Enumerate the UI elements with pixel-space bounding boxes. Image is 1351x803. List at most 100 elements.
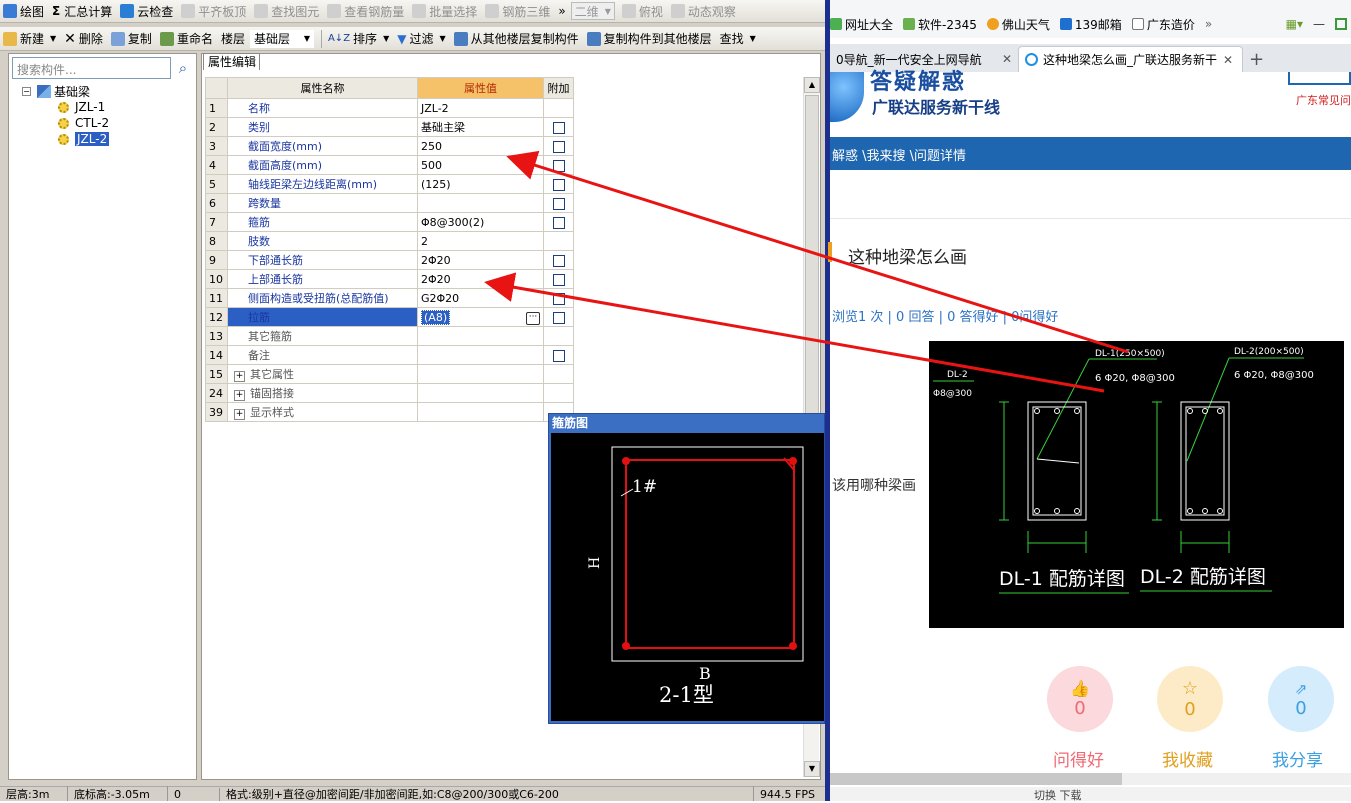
- extra-cell[interactable]: [543, 193, 574, 213]
- dynamic-view-button[interactable]: 动态观察: [668, 1, 739, 21]
- property-value[interactable]: Φ8@300(2): [417, 212, 544, 232]
- like-question-button[interactable]: 👍 0 问得好: [1047, 666, 1113, 771]
- property-value[interactable]: [417, 345, 544, 365]
- common-questions-link[interactable]: 广东常见问: [1296, 92, 1351, 108]
- extra-cell[interactable]: [543, 212, 574, 232]
- property-row[interactable]: 1 名称 JZL-2: [205, 98, 574, 118]
- tree-item-jzl-2[interactable]: JZL-2: [58, 131, 110, 147]
- property-row[interactable]: 10 上部通长筋 2Φ20: [205, 269, 574, 289]
- property-value[interactable]: [417, 193, 544, 213]
- property-row[interactable]: 39 + 显示样式: [205, 402, 574, 422]
- extra-checkbox[interactable]: [552, 349, 565, 362]
- bookmark-software-2345[interactable]: 软件-2345: [903, 16, 977, 33]
- apps-grid-icon[interactable]: ▦▾: [1286, 17, 1303, 31]
- extra-checkbox[interactable]: [552, 311, 565, 324]
- extra-checkbox[interactable]: [552, 121, 565, 134]
- extra-checkbox[interactable]: [552, 254, 565, 267]
- property-value[interactable]: 2Φ20: [417, 250, 544, 270]
- find-button[interactable]: 查找 ▼: [717, 29, 759, 49]
- browser-horizontal-scrollbar[interactable]: [830, 773, 1351, 785]
- property-row[interactable]: 5 轴线距梁左边线距离(mm) (125): [205, 174, 574, 194]
- extra-checkbox[interactable]: [552, 178, 565, 191]
- extra-cell[interactable]: [543, 288, 574, 308]
- toolbar-more-button[interactable]: »: [555, 1, 568, 21]
- extra-cell[interactable]: [543, 174, 574, 194]
- property-row[interactable]: 24 + 锚固搭接: [205, 383, 574, 403]
- bookmark-url-directory[interactable]: 网址大全: [830, 16, 893, 33]
- find-element-button[interactable]: 查找图元: [251, 1, 322, 21]
- property-value[interactable]: G2Φ20: [417, 288, 544, 308]
- sum-button[interactable]: Σ 汇总计算: [49, 1, 115, 21]
- property-row[interactable]: 14 备注: [205, 345, 574, 365]
- close-tab-icon[interactable]: ✕: [1002, 52, 1012, 66]
- new-button[interactable]: 新建 ▼: [0, 29, 59, 49]
- rename-button[interactable]: 重命名: [157, 29, 216, 49]
- property-value[interactable]: [417, 326, 544, 346]
- extra-checkbox[interactable]: [552, 159, 565, 172]
- tree-root-node[interactable]: − 基础梁: [22, 83, 109, 99]
- property-row[interactable]: 4 截面高度(mm) 500: [205, 155, 574, 175]
- copy-from-other-floor-button[interactable]: 从其他楼层复制构件: [451, 29, 582, 49]
- tab-question-page[interactable]: 这种地梁怎么画_广联达服务新干 ✕: [1018, 46, 1243, 72]
- breadcrumb[interactable]: 解惑 \我来搜 \问题详情: [830, 137, 1351, 170]
- extra-checkbox[interactable]: [552, 216, 565, 229]
- tree-item-jzl-1[interactable]: JZL-1: [58, 99, 109, 115]
- bookmark-foshan-weather[interactable]: 佛山天气: [986, 16, 1050, 33]
- delete-button[interactable]: ✕ 删除: [61, 29, 106, 49]
- cloud-check-button[interactable]: 云检查: [117, 1, 176, 21]
- maximize-icon[interactable]: [1335, 18, 1347, 30]
- property-value[interactable]: 250: [417, 136, 544, 156]
- property-value[interactable]: 2Φ20: [417, 269, 544, 289]
- filter-button[interactable]: ▼ 过滤 ▼: [394, 29, 448, 49]
- extra-cell[interactable]: [543, 155, 574, 175]
- property-value[interactable]: [417, 402, 544, 422]
- rebar-3d-button[interactable]: 钢筋三维: [482, 1, 553, 21]
- extra-checkbox[interactable]: [552, 273, 565, 286]
- property-row[interactable]: 13 其它箍筋: [205, 326, 574, 346]
- extra-cell[interactable]: [543, 307, 574, 327]
- property-value[interactable]: (A8) ···: [417, 307, 544, 327]
- expand-icon[interactable]: +: [234, 409, 245, 420]
- view-mode-select[interactable]: 二维 ▼: [570, 2, 615, 20]
- property-row[interactable]: 3 截面宽度(mm) 250: [205, 136, 574, 156]
- draw-button[interactable]: 绘图: [0, 1, 47, 21]
- scroll-down-icon[interactable]: ▼: [804, 761, 820, 777]
- tab-property-edit[interactable]: 属性编辑: [203, 53, 260, 70]
- scrollbar-thumb[interactable]: [830, 773, 1122, 785]
- property-value[interactable]: JZL-2: [417, 98, 544, 118]
- property-row[interactable]: 8 肢数 2: [205, 231, 574, 251]
- property-value[interactable]: 500: [417, 155, 544, 175]
- share-button[interactable]: ⇗ 0 我分享: [1268, 666, 1334, 771]
- favorite-button[interactable]: ☆ 0 我收藏: [1157, 666, 1223, 771]
- property-value[interactable]: (125): [417, 174, 544, 194]
- bookmark-guangdong-cost[interactable]: 广东造价: [1131, 16, 1195, 33]
- tree-item-ctl-2[interactable]: CTL-2: [58, 115, 109, 131]
- bookmark-139-mail[interactable]: 139邮箱: [1059, 16, 1122, 33]
- property-row[interactable]: 9 下部通长筋 2Φ20: [205, 250, 574, 270]
- question-drawing-image[interactable]: DL-1(250×500) DL-2(200×500) DL-2 Φ8@300 …: [929, 341, 1344, 628]
- extra-checkbox[interactable]: [552, 140, 565, 153]
- property-row[interactable]: 15 + 其它属性: [205, 364, 574, 384]
- close-tab-icon[interactable]: ✕: [1223, 53, 1233, 67]
- property-row[interactable]: 6 跨数量: [205, 193, 574, 213]
- component-search-input[interactable]: 搜索构件...: [12, 57, 171, 79]
- copy-to-other-floor-button[interactable]: 复制构件到其他楼层: [584, 29, 715, 49]
- extra-cell[interactable]: [543, 269, 574, 289]
- floor-select[interactable]: 基础层 ▼: [249, 29, 314, 48]
- new-tab-button[interactable]: +: [1243, 46, 1270, 72]
- property-value[interactable]: [417, 364, 544, 384]
- property-row[interactable]: 7 箍筋 Φ8@300(2): [205, 212, 574, 232]
- property-value[interactable]: 2: [417, 231, 544, 251]
- scroll-up-icon[interactable]: ▲: [804, 77, 820, 93]
- minimize-icon[interactable]: —: [1313, 17, 1325, 31]
- sort-button[interactable]: A↓Z 排序 ▼: [325, 29, 392, 49]
- flat-slab-button[interactable]: 平齐板顶: [178, 1, 249, 21]
- property-row[interactable]: 2 类别 基础主梁: [205, 117, 574, 137]
- extra-cell[interactable]: [543, 117, 574, 137]
- property-value[interactable]: 基础主梁: [417, 117, 544, 137]
- extra-checkbox[interactable]: [552, 292, 565, 305]
- search-icon[interactable]: ⌕: [172, 57, 194, 79]
- extra-cell[interactable]: [543, 250, 574, 270]
- ellipsis-icon[interactable]: ···: [526, 311, 540, 325]
- property-row[interactable]: 12 拉筋 (A8) ···: [205, 307, 574, 327]
